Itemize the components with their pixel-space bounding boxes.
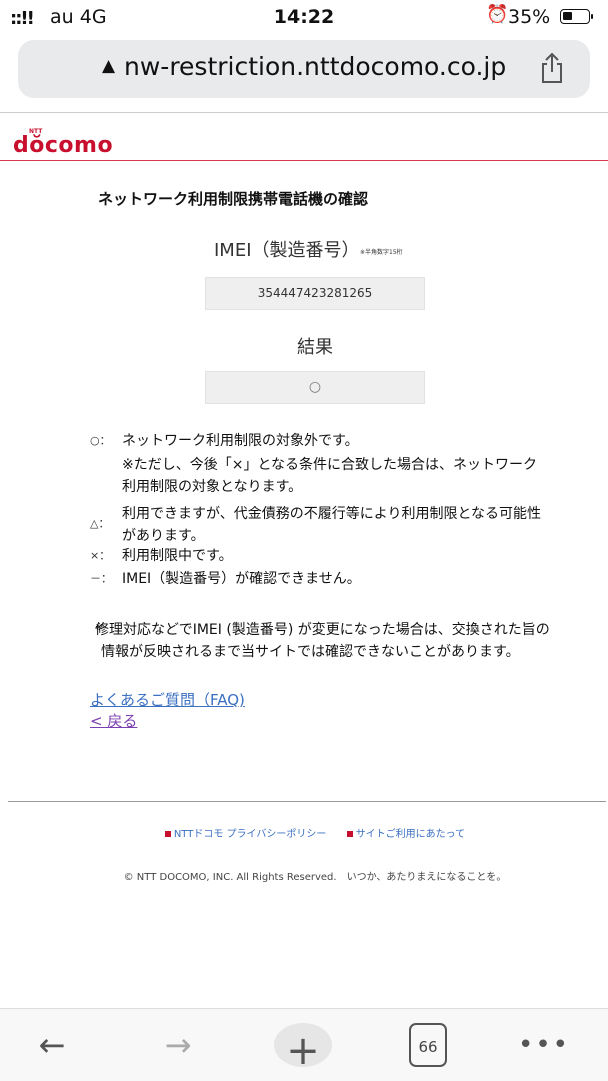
bullet-icon xyxy=(164,831,171,837)
legend-symbol: －： xyxy=(90,572,112,585)
share-icon[interactable] xyxy=(538,52,566,84)
result-value: ○ xyxy=(205,371,425,404)
repair-note: ※ 修理対応などでIMEI (製造番号) が変更になった場合は、交換された旨の情… xyxy=(95,619,555,663)
browser-toolbar: ← → + 66 ••• xyxy=(0,1008,608,1081)
alarm-clock-icon: ⏰ xyxy=(486,4,509,25)
legend-symbol: ○： xyxy=(90,434,111,447)
imei-label: IMEI（製造番号） xyxy=(214,240,360,261)
back-arrow-icon[interactable]: ← xyxy=(30,1023,74,1067)
url-text[interactable]: nw-restriction.nttdocomo.co.jp xyxy=(124,52,506,81)
header-divider xyxy=(0,160,608,161)
logo-text: dŏcomo xyxy=(13,133,114,158)
legend-item-note: ※ただし、今後「×」となる条件に合致した場合は、ネットワーク利用制限の対象となり… xyxy=(122,457,538,495)
legend-text: 利用できますが、代金債務の不履行等により利用制限となる可能性があります。 xyxy=(122,506,542,544)
address-bar[interactable]: ▲ nw-restriction.nttdocomo.co.jp xyxy=(18,40,590,98)
plus-icon: + xyxy=(286,1028,320,1074)
page-title: ネットワーク利用制限携帯電話機の確認 xyxy=(98,190,369,208)
legend-symbol: △： xyxy=(90,517,110,530)
site-terms-link[interactable]: サイトご利用にあたって xyxy=(356,829,466,840)
new-tab-button[interactable]: + xyxy=(274,1023,332,1074)
faq-link[interactable]: よくあるご質問（FAQ) xyxy=(90,689,245,710)
note-mark: ※ xyxy=(95,622,104,633)
lock-icon: ▲ xyxy=(102,56,116,76)
ntt-mark: NTT xyxy=(29,128,43,135)
copyright: © NTT DOCOMO, INC. All Rights Reserved. … xyxy=(123,872,507,883)
battery-percent: 35% xyxy=(508,6,551,28)
battery-icon xyxy=(560,9,593,24)
legend-text: ネットワーク利用制限の対象外です。 xyxy=(122,433,359,449)
tab-count-button[interactable]: 66 xyxy=(409,1023,447,1067)
bullet-icon xyxy=(346,831,353,837)
legend-text: IMEI（製造番号）が確認できません。 xyxy=(122,571,361,587)
more-menu-icon[interactable]: ••• xyxy=(518,1023,568,1067)
footer-divider xyxy=(8,801,606,802)
imei-input[interactable]: 354447423281265 xyxy=(205,277,425,310)
privacy-policy-link[interactable]: NTTドコモ プライバシーポリシー xyxy=(174,829,327,840)
back-link[interactable]: < 戻る xyxy=(90,710,137,731)
legend-text: 利用制限中です。 xyxy=(122,548,233,564)
note-text: 修理対応などでIMEI (製造番号) が変更になった場合は、交換された旨の情報が… xyxy=(95,622,550,660)
divider xyxy=(0,112,608,113)
forward-arrow-icon[interactable]: → xyxy=(156,1023,200,1067)
result-label: 結果 xyxy=(297,337,333,358)
legend-symbol: ×： xyxy=(90,549,111,562)
status-bar: ::!! au 4G 14:22 ⏰ 35% xyxy=(0,0,608,34)
imei-note: ※半角数字15桁 xyxy=(360,249,403,256)
footer-links: NTTドコモ プライバシーポリシー サイトご利用にあたって xyxy=(0,825,608,840)
docomo-logo[interactable]: NTT dŏcomo xyxy=(13,128,114,158)
